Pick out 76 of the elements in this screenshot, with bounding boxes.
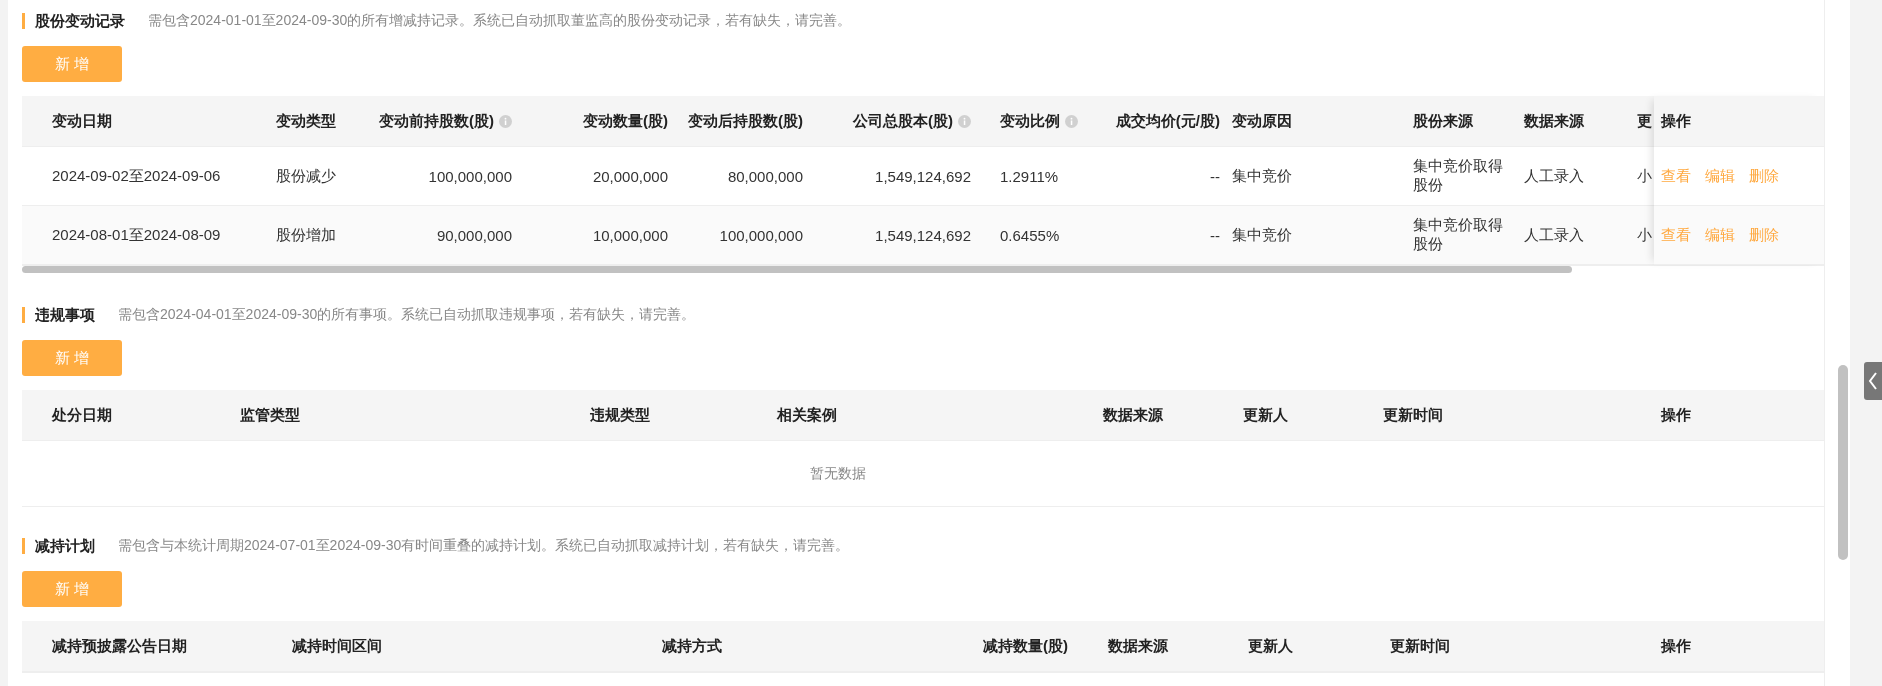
column-header: 变动比例 (1000, 111, 1060, 131)
section-title: 违规事项 (22, 307, 95, 323)
column-header: 变动原因 (1232, 111, 1292, 131)
column-header: 数据来源 (1108, 636, 1168, 656)
info-icon (499, 114, 512, 128)
action-link[interactable]: 删除 (1749, 225, 1779, 245)
table-cell: 股份增加 (276, 225, 336, 245)
horizontal-scrollbar[interactable] (22, 266, 1572, 273)
section-title: 减持计划 (22, 538, 95, 554)
action-link[interactable]: 编辑 (1705, 166, 1735, 186)
table-cell: 1,549,124,692 (875, 167, 971, 185)
section-note: 需包含与本统计周期2024-07-01至2024-09-30有时间重叠的减持计划。系统已自动抓取减持计划，若有缺失，请完善。 (118, 537, 850, 555)
column-header: 成交均价(元/股) (1115, 111, 1220, 131)
table-cell: 1.2911% (1000, 167, 1059, 185)
column-header: 减持预披露公告日期 (52, 636, 187, 656)
column-header: 相关案例 (777, 405, 837, 425)
column-header: 变动日期 (52, 111, 112, 131)
column-header: 更新人 (1248, 636, 1293, 656)
info-icon (1065, 114, 1078, 128)
action-link[interactable]: 查看 (1661, 225, 1691, 245)
table-cell: 100,000,000 (719, 226, 803, 244)
add-button[interactable]: 新 增 (22, 340, 122, 376)
section-note: 需包含2024-01-01至2024-09-30的所有增减持记录。系统已自动抓取董监高的股份变动记录，若有缺失，请完善。 (148, 12, 852, 30)
column-header: 处分日期 (52, 405, 112, 425)
column-header: 公司总股本(股) (853, 111, 953, 131)
table-cell: 80,000,000 (727, 167, 803, 185)
chevron-left-icon (1868, 372, 1878, 390)
column-header: 更新时间 (1383, 405, 1443, 425)
table-cell: 100,000,000 (428, 167, 512, 185)
column-header: 操作 (1661, 111, 1691, 131)
column-header: 更 (1637, 111, 1652, 131)
action-link[interactable]: 编辑 (1705, 225, 1735, 245)
table-cell: 人工录入 (1524, 225, 1584, 245)
table-cell: 0.6455% (1000, 226, 1060, 244)
table-cell: 20,000,000 (592, 167, 668, 185)
table-cell: 2024-09-02至2024-09-06 (52, 166, 221, 186)
add-button[interactable]: 新 增 (22, 571, 122, 607)
table-cell: 小 (1637, 225, 1652, 245)
add-button[interactable]: 新 增 (22, 46, 122, 82)
column-header: 变动数量(股) (583, 111, 668, 131)
info-icon (958, 114, 971, 128)
section-title: 股份变动记录 (22, 13, 125, 29)
column-header: 变动类型 (276, 111, 336, 131)
table-cell-text: 集中竞价取得股份 (1413, 216, 1504, 254)
table-cell: 10,000,000 (592, 226, 668, 244)
column-header: 减持数量(股) (983, 636, 1068, 656)
column-header: 监管类型 (240, 405, 300, 425)
table-cell: 集中竞价 (1232, 166, 1292, 186)
table-cell: 90,000,000 (436, 226, 512, 244)
column-header: 操作 (1661, 405, 1691, 425)
table-cell: 小 (1637, 166, 1652, 186)
table-cell: 集中竞价 (1232, 225, 1292, 245)
table-cell: 2024-08-01至2024-08-09 (52, 225, 221, 245)
column-header: 数据来源 (1103, 405, 1163, 425)
table-cell: 人工录入 (1524, 166, 1584, 186)
column-header: 股份来源 (1413, 111, 1473, 131)
vertical-scrollbar[interactable] (1838, 365, 1848, 560)
section-note: 需包含2024-04-01至2024-09-30的所有事项。系统已自动抓取违规事项，若有缺失，请完善。 (118, 306, 696, 324)
column-header: 违规类型 (590, 405, 650, 425)
column-header: 更新人 (1243, 405, 1288, 425)
column-header: 数据来源 (1524, 111, 1584, 131)
table-cell: 1,549,124,692 (875, 226, 971, 244)
empty-text: 暂无数据 (810, 464, 866, 483)
column-header: 变动前持股数(股) (379, 111, 494, 131)
column-header: 更新时间 (1390, 636, 1450, 656)
column-header: 变动后持股数(股) (688, 111, 803, 131)
action-link[interactable]: 删除 (1749, 166, 1779, 186)
column-header: 减持时间区间 (292, 636, 382, 656)
table-cell: -- (1210, 226, 1220, 244)
table-cell: -- (1210, 167, 1220, 185)
action-link[interactable]: 查看 (1661, 166, 1691, 186)
column-header: 操作 (1661, 636, 1691, 656)
collapse-tab[interactable] (1864, 362, 1882, 400)
table-cell-text: 集中竞价取得股份 (1413, 157, 1504, 195)
table-cell: 股份减少 (276, 166, 336, 186)
column-header: 减持方式 (662, 636, 722, 656)
